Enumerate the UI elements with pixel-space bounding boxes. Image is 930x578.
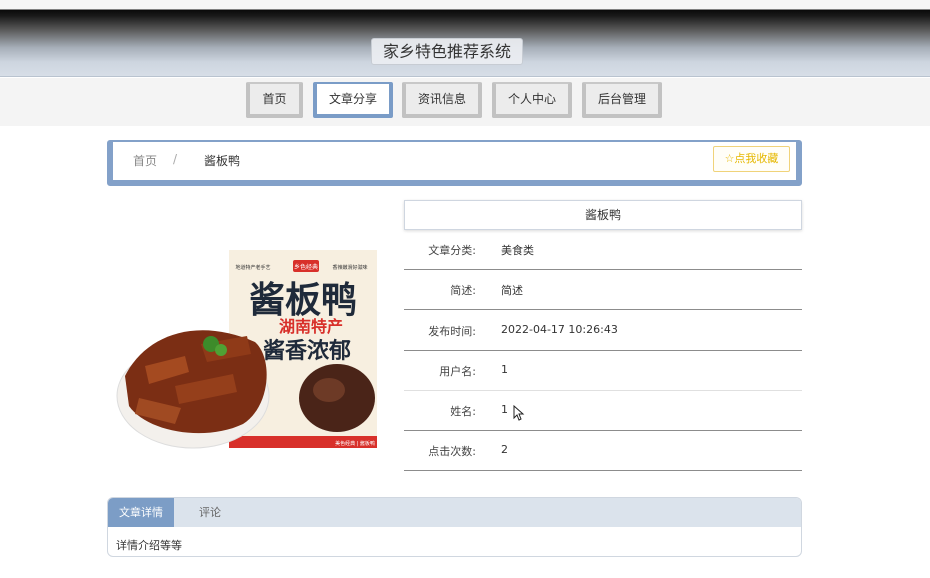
product-image: 乡色经典 地道特产老手艺 香辣嫩滑好滋味 酱板鸭 湖南特产 酱香浓郁 美色经典 …: [116, 250, 377, 449]
breadcrumb-separator: /: [173, 152, 178, 166]
detail-value: 简述: [501, 284, 523, 297]
detail-row-username: 用户名: 1: [404, 351, 802, 391]
package-brand: 乡色经典: [294, 263, 318, 271]
breadcrumb-home-link[interactable]: 首页: [133, 152, 157, 169]
detail-label: 简述:: [450, 284, 476, 297]
detail-value: 1: [501, 363, 508, 376]
detail-value: 美食类: [501, 244, 534, 257]
tab-content: 详情介绍等等: [116, 539, 182, 552]
detail-row-summary: 简述: 简述: [404, 270, 802, 310]
nav-item-profile[interactable]: 个人中心: [492, 82, 572, 118]
breadcrumb-current: 酱板鸭: [204, 154, 241, 168]
tab-comments[interactable]: 评论: [178, 498, 242, 527]
article-title: 酱板鸭: [404, 200, 802, 230]
detail-label: 用户名:: [439, 365, 476, 378]
garnish-2: [215, 344, 227, 356]
package-tag-left: 地道特产老手艺: [235, 264, 270, 271]
package-slogan: 酱香浓郁: [263, 338, 351, 364]
detail-label: 点击次数:: [428, 445, 476, 458]
nav-item-admin[interactable]: 后台管理: [582, 82, 662, 118]
package-footer: 美色经典 | 酱板鸭: [335, 440, 375, 447]
site-header: 家乡特色推荐系统: [0, 0, 930, 77]
package-tag-right: 香辣嫩滑好滋味: [332, 264, 367, 271]
site-title: 家乡特色推荐系统: [371, 38, 523, 65]
tab-bar: 文章详情 评论: [108, 498, 801, 527]
detail-row-category: 文章分类: 美食类: [404, 230, 802, 270]
main-nav: 首页 文章分享 资讯信息 个人中心 后台管理: [0, 78, 930, 126]
package-subtitle: 湖南特产: [279, 317, 343, 336]
detail-row-publish-time: 发布时间: 2022-04-17 10:26:43: [404, 311, 802, 351]
detail-label: 姓名:: [450, 405, 476, 418]
tab-article-detail[interactable]: 文章详情: [108, 498, 174, 527]
detail-tabs: 文章详情 评论 详情介绍等等: [107, 497, 802, 557]
duck-highlight: [313, 378, 345, 402]
favorite-button[interactable]: ☆点我收藏: [713, 146, 790, 172]
detail-value: 2: [501, 443, 508, 456]
nav-item-articles[interactable]: 文章分享: [313, 82, 393, 118]
detail-label: 发布时间:: [428, 325, 476, 338]
detail-row-name: 姓名: 1: [404, 391, 802, 431]
nav-item-home[interactable]: 首页: [246, 82, 303, 118]
detail-row-click-count: 点击次数: 2: [404, 431, 802, 471]
mouse-cursor-icon: [513, 405, 525, 421]
package-title: 酱板鸭: [249, 280, 357, 321]
detail-label: 文章分类:: [428, 244, 476, 257]
nav-item-news[interactable]: 资讯信息: [402, 82, 482, 118]
detail-value: 1: [501, 403, 508, 416]
breadcrumb: 首页 / 酱板鸭 ☆点我收藏: [107, 140, 802, 186]
detail-value: 2022-04-17 10:26:43: [501, 323, 618, 336]
